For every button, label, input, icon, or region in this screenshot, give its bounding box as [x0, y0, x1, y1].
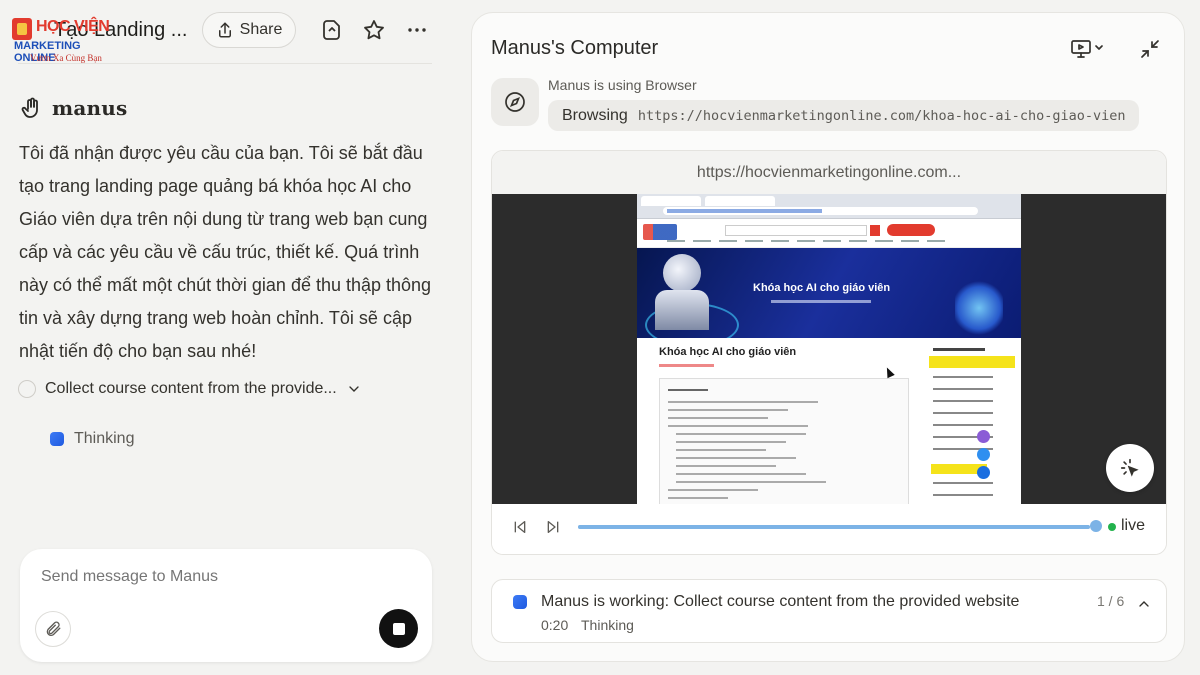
watermark-logo: HỌC VIỆN MARKETING ONLINE Vươn Xa Cùng B…	[12, 18, 110, 64]
elapsed-time: 0:20	[541, 617, 569, 633]
browser-screenshot: Khóa học AI cho giáo viên Khóa học AI ch…	[492, 194, 1166, 504]
loading-cursor-icon	[1120, 458, 1139, 477]
skip-back-icon[interactable]	[512, 519, 528, 535]
chevron-up-icon[interactable]	[1136, 596, 1152, 612]
site-page-heading: Khóa học AI cho giáo viên	[659, 346, 797, 358]
attach-button[interactable]	[35, 611, 71, 647]
star-icon[interactable]	[362, 18, 386, 42]
site-sidebar	[927, 346, 1019, 504]
share-icon	[218, 22, 231, 38]
browsing-url: https://hocvienmarketingonline.com/khoa-…	[637, 107, 1126, 124]
live-indicator-dot	[1108, 523, 1116, 531]
tool-status: Manus is using Browser	[548, 77, 697, 93]
thinking-indicator: Thinking	[50, 430, 134, 448]
chat-header: Tạo Landing ... HỌC VIỆN MARKETING ONLIN…	[0, 0, 450, 64]
browser-chrome	[637, 194, 1021, 219]
site-content: Khóa học AI cho giáo viên	[637, 338, 1021, 504]
browser-tool-icon	[491, 78, 539, 126]
task-status-circle	[18, 380, 36, 398]
step-counter: 1 / 6	[1097, 593, 1125, 609]
computer-panel: Manus's Computer Manus is using Browser …	[471, 12, 1185, 662]
viewer-url: https://hocvienmarketingonline.com...	[492, 151, 1166, 195]
file-icon[interactable]	[319, 18, 343, 42]
skip-forward-icon[interactable]	[545, 519, 561, 535]
browsing-action: Browsing https://hocvienmarketingonline.…	[548, 100, 1140, 131]
timeline-thumb[interactable]	[1090, 520, 1102, 532]
stop-icon	[392, 622, 405, 635]
website-preview: Khóa học AI cho giáo viên Khóa học AI ch…	[637, 194, 1021, 504]
compass-icon	[505, 92, 525, 112]
live-label[interactable]: live	[1121, 517, 1145, 535]
monitor-icon[interactable]	[1069, 37, 1105, 61]
assistant-brand: manus	[20, 96, 127, 120]
task-item[interactable]: Collect course content from the provide.…	[18, 380, 362, 398]
computer-title: Manus's Computer	[491, 37, 659, 59]
timeline-track[interactable]	[578, 525, 1090, 529]
task-label: Collect course content from the provide.…	[45, 380, 337, 397]
site-toc	[659, 378, 909, 504]
playback-controls: live	[492, 504, 1166, 554]
share-label: Share	[239, 21, 283, 38]
stop-button[interactable]	[379, 609, 418, 648]
brand-name: manus	[52, 96, 128, 120]
chevron-down-icon[interactable]	[346, 381, 362, 397]
site-hero: Khóa học AI cho giáo viên	[637, 248, 1021, 338]
status-text: Manus is working: Collect course content…	[541, 593, 1020, 610]
message-input[interactable]	[39, 567, 403, 587]
paperclip-icon	[46, 621, 61, 636]
more-icon[interactable]	[405, 18, 429, 42]
header-divider	[18, 63, 432, 64]
hero-title: Khóa học AI cho giáo viên	[753, 282, 891, 294]
task-status-card[interactable]: Manus is working: Collect course content…	[491, 579, 1167, 643]
collapse-icon[interactable]	[1138, 37, 1162, 61]
chat-panel: Tạo Landing ... HỌC VIỆN MARKETING ONLIN…	[0, 0, 450, 675]
message-composer	[20, 549, 432, 662]
thinking-icon	[50, 432, 64, 446]
thinking-label: Thinking	[74, 430, 135, 447]
working-icon	[513, 595, 527, 609]
manus-hand-icon	[21, 97, 38, 118]
browser-viewer: https://hocvienmarketingonline.com... Kh…	[491, 150, 1167, 555]
status-state: Thinking	[581, 617, 634, 633]
take-control-button[interactable]	[1106, 444, 1154, 492]
browsing-label: Browsing	[562, 106, 628, 124]
assistant-message: Tôi đã nhận được yêu cầu của bạn. Tôi sẽ…	[19, 143, 432, 361]
site-navbar	[637, 219, 1021, 248]
share-button[interactable]: Share	[202, 12, 296, 48]
